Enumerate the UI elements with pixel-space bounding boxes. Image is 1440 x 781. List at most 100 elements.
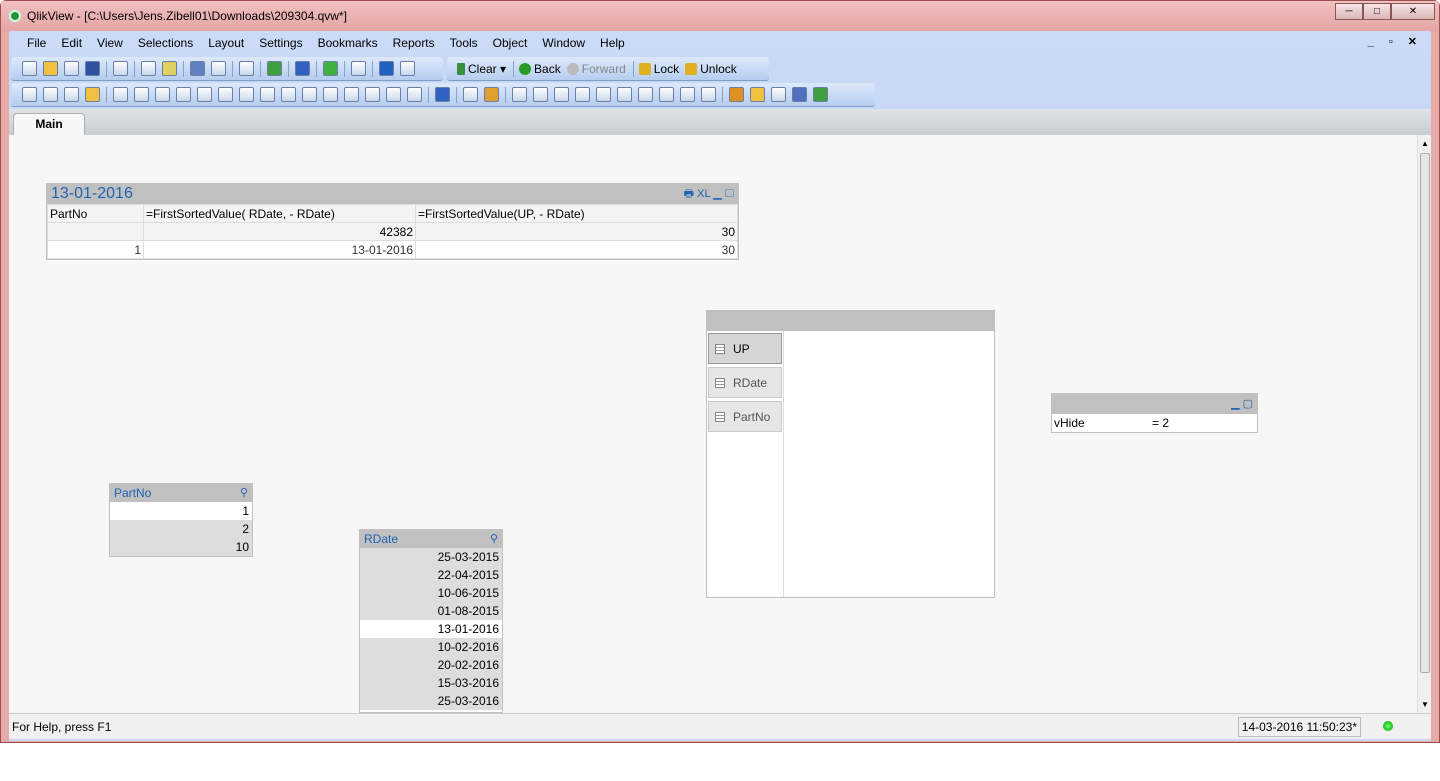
align-bottom-icon[interactable] — [575, 87, 590, 102]
maximize-button[interactable]: □ — [1363, 3, 1391, 20]
doc-props-icon[interactable] — [750, 87, 765, 102]
button-icon[interactable] — [260, 87, 275, 102]
new-sheet-icon[interactable] — [22, 87, 37, 102]
menu-layout[interactable]: Layout — [208, 36, 244, 50]
listbox-value[interactable]: 10-02-2016 — [360, 638, 502, 656]
cell[interactable]: 30 — [415, 240, 738, 259]
tab-main[interactable]: Main — [13, 113, 85, 135]
container-item-up[interactable]: UP — [708, 333, 782, 364]
chart-icon[interactable] — [197, 87, 212, 102]
straight-table[interactable]: 13-01-2016 🖶 XL ▁ ▢ PartNo =FirstSortedVa… — [46, 183, 739, 260]
menu-help[interactable]: Help — [600, 36, 625, 50]
print-icon[interactable] — [113, 61, 128, 76]
undo-icon[interactable] — [190, 61, 205, 76]
listbox-value[interactable]: 13-01-2016 — [360, 620, 502, 638]
edit-icon[interactable] — [351, 61, 366, 76]
text-object-icon[interactable] — [281, 87, 296, 102]
column-header[interactable]: =FirstSortedValue(UP, - RDate) — [415, 204, 738, 223]
listbox-value[interactable]: 25-03-2015 — [360, 548, 502, 566]
container-icon[interactable] — [386, 87, 401, 102]
menu-bookmarks[interactable]: Bookmarks — [318, 36, 378, 50]
statistics-box-icon[interactable] — [134, 87, 149, 102]
rdate-listbox[interactable]: RDate ⚲ 25-03-2015 22-04-2015 10-06-2015 01-… — [359, 529, 503, 713]
back-button[interactable]: Back — [519, 62, 561, 76]
align-left-icon[interactable] — [512, 87, 527, 102]
listbox-value[interactable]: 1 — [110, 502, 252, 520]
chart-wizard-icon[interactable] — [435, 87, 450, 102]
server-icon[interactable] — [813, 87, 828, 102]
edit-module-icon[interactable] — [771, 87, 786, 102]
bookmark-object-icon[interactable] — [344, 87, 359, 102]
column-header[interactable]: PartNo — [47, 204, 144, 223]
align-middle-icon[interactable] — [596, 87, 611, 102]
menu-edit[interactable]: Edit — [61, 36, 82, 50]
listbox-value[interactable]: 15-03-2016 — [360, 674, 502, 692]
listbox-value[interactable]: 2 — [110, 520, 252, 538]
reload-data-icon[interactable] — [162, 61, 177, 76]
clear-button[interactable]: Clear ▾ — [457, 62, 506, 76]
bookmark-star-icon[interactable] — [323, 61, 338, 76]
menu-tools[interactable]: Tools — [450, 36, 478, 50]
format-painter-icon[interactable] — [463, 87, 478, 102]
column-header[interactable]: =FirstSortedValue( RDate, - RDate) — [143, 204, 416, 223]
caption-icons[interactable]: ▁ ▢ — [1231, 394, 1253, 414]
unlock-button[interactable]: Unlock — [685, 62, 737, 76]
menu-selections[interactable]: Selections — [138, 36, 193, 50]
listbox-value[interactable]: 01-08-2015 — [360, 602, 502, 620]
dock-icon[interactable] — [680, 87, 695, 102]
forward-button[interactable]: Forward — [566, 62, 626, 76]
container-item-rdate[interactable]: RDate — [708, 367, 782, 398]
cell[interactable]: 1 — [47, 240, 144, 259]
save-icon[interactable] — [85, 61, 100, 76]
partno-listbox[interactable]: PartNo ⚲ 1 2 10 — [109, 483, 253, 557]
scroll-down-icon[interactable]: ▼ — [1421, 700, 1429, 709]
align-right-icon[interactable] — [554, 87, 569, 102]
menu-window[interactable]: Window — [542, 36, 585, 50]
listbox-value[interactable]: 10-06-2015 — [360, 584, 502, 602]
align-top-icon[interactable] — [617, 87, 632, 102]
help-icon[interactable] — [379, 61, 394, 76]
caption-icons[interactable]: 🖶 XL ▁ ▢ — [684, 184, 734, 204]
vertical-scrollbar[interactable]: ▲ ▼ — [1417, 135, 1431, 713]
space-vert-icon[interactable] — [659, 87, 674, 102]
align-center-icon[interactable] — [533, 87, 548, 102]
listbox-value[interactable]: 10 — [110, 538, 252, 556]
open-icon[interactable] — [43, 61, 58, 76]
check-icon[interactable] — [267, 61, 282, 76]
search-icon[interactable]: ⚲ — [490, 530, 498, 548]
table-box-icon[interactable] — [176, 87, 191, 102]
multibox-icon[interactable] — [155, 87, 170, 102]
user-icon[interactable] — [729, 87, 744, 102]
container-object[interactable]: UP RDate PartNo — [706, 310, 995, 598]
container-item-partno[interactable]: PartNo — [708, 401, 782, 432]
close-button[interactable]: ✕ — [1391, 3, 1435, 20]
sheet-props-icon[interactable] — [85, 87, 100, 102]
menu-file[interactable]: File — [27, 36, 46, 50]
search-icon[interactable] — [239, 61, 254, 76]
menu-object[interactable]: Object — [493, 36, 528, 50]
listbox-value[interactable]: 25-03-2016 — [360, 692, 502, 710]
menu-reports[interactable]: Reports — [393, 36, 435, 50]
slider-icon[interactable] — [323, 87, 338, 102]
input-box-icon[interactable] — [218, 87, 233, 102]
network-icon[interactable] — [792, 87, 807, 102]
variable-value[interactable]: = 2 — [1152, 414, 1169, 432]
space-horiz-icon[interactable] — [638, 87, 653, 102]
sheet-left-icon[interactable] — [43, 87, 58, 102]
whats-this-icon[interactable] — [400, 61, 415, 76]
cell[interactable]: 13-01-2016 — [143, 240, 416, 259]
edit-script-icon[interactable] — [141, 61, 156, 76]
listbox-value[interactable]: 20-02-2016 — [360, 656, 502, 674]
snap-icon[interactable] — [484, 87, 499, 102]
redo-icon[interactable] — [211, 61, 226, 76]
sheet-right-icon[interactable] — [64, 87, 79, 102]
input-box[interactable]: ▁ ▢ vHide = 2 — [1051, 393, 1258, 433]
menu-settings[interactable]: Settings — [259, 36, 302, 50]
scroll-up-icon[interactable]: ▲ — [1421, 139, 1429, 148]
listbox-icon[interactable] — [113, 87, 128, 102]
lock-button[interactable]: Lock — [638, 62, 679, 76]
custom-object-icon[interactable] — [407, 87, 422, 102]
search-object-icon[interactable] — [365, 87, 380, 102]
new-icon[interactable] — [22, 61, 37, 76]
line-arrow-icon[interactable] — [302, 87, 317, 102]
